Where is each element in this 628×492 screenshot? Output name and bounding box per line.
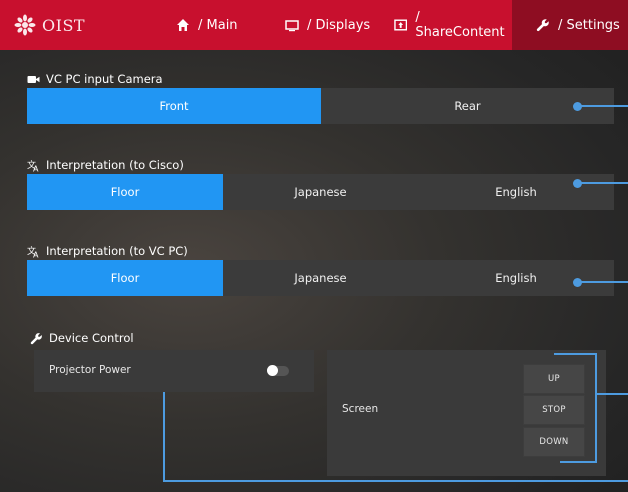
nav-displays-label: / Displays: [307, 17, 371, 33]
interp-vcpc-option-english[interactable]: English: [418, 260, 614, 296]
interp-cisco-option-english[interactable]: English: [418, 174, 614, 210]
toggle-knob: [267, 365, 278, 376]
projector-power-card[interactable]: Projector Power: [34, 350, 314, 392]
top-nav-bar: OIST / Main / Displays / ShareContent / …: [0, 0, 628, 50]
interp-vcpc-section-title: 文 A Interpretation (to VC PC): [27, 242, 188, 260]
interp-cisco-section-label: Interpretation (to Cisco): [46, 158, 184, 172]
interp-vcpc-connector-line: [578, 281, 628, 283]
camera-selector: Front Rear: [27, 88, 614, 124]
oist-logo-icon: [14, 14, 36, 36]
screen-down-button[interactable]: DOWN: [523, 427, 585, 457]
screen-bracket-side: [595, 353, 597, 463]
display-icon: [285, 20, 299, 32]
projector-connector-vertical: [163, 392, 165, 482]
interp-cisco-option-floor[interactable]: Floor: [27, 174, 223, 210]
device-control-section-label: Device Control: [49, 331, 134, 345]
translate-icon: 文 A: [27, 245, 39, 258]
home-icon: [177, 19, 189, 31]
device-control-section-title: Device Control: [30, 329, 134, 347]
camera-section-label: VC PC input Camera: [46, 72, 163, 86]
screen-stop-button[interactable]: STOP: [523, 395, 585, 425]
screen-bracket-top: [554, 353, 597, 355]
oist-logo: OIST: [14, 12, 85, 38]
screen-control-card: Screen UP STOP DOWN: [327, 350, 606, 476]
camera-section-title: VC PC input Camera: [27, 70, 163, 88]
nav-settings[interactable]: / Settings: [512, 0, 628, 50]
projector-power-label: Projector Power: [49, 364, 131, 376]
nav-main-label: / Main: [198, 17, 238, 33]
camera-option-rear[interactable]: Rear: [321, 88, 614, 124]
nav-share-content-label: / ShareContent: [415, 10, 505, 40]
interp-cisco-selector: Floor Japanese English: [27, 174, 614, 210]
screen-connector-line: [597, 393, 628, 395]
share-content-icon: [394, 19, 408, 31]
interp-vcpc-option-japanese[interactable]: Japanese: [223, 260, 418, 296]
nav-displays[interactable]: / Displays: [285, 0, 375, 50]
interp-vcpc-selector: Floor Japanese English: [27, 260, 614, 296]
interp-cisco-option-japanese[interactable]: Japanese: [223, 174, 418, 210]
interp-cisco-connector-line: [578, 182, 628, 184]
svg-text:A: A: [33, 250, 39, 258]
interp-vcpc-option-floor[interactable]: Floor: [27, 260, 223, 296]
nav-main[interactable]: / Main: [176, 0, 246, 50]
nav-settings-label: / Settings: [558, 17, 620, 33]
wrench-icon: [30, 332, 42, 344]
projector-power-toggle[interactable]: [267, 365, 289, 376]
screen-label: Screen: [342, 403, 379, 415]
interp-vcpc-section-label: Interpretation (to VC PC): [46, 244, 188, 258]
interp-cisco-section-title: 文 A Interpretation (to Cisco): [27, 156, 184, 174]
projector-connector-horizontal: [163, 480, 628, 482]
svg-text:A: A: [33, 164, 39, 172]
video-camera-icon: [27, 75, 40, 83]
camera-option-front[interactable]: Front: [27, 88, 321, 124]
nav-share-content[interactable]: / ShareContent: [394, 0, 509, 50]
camera-connector-line: [578, 105, 628, 107]
logo-text: OIST: [42, 15, 86, 35]
screen-bracket-bottom: [560, 461, 597, 463]
screen-up-button[interactable]: UP: [523, 364, 585, 394]
translate-icon: 文 A: [27, 159, 39, 172]
wrench-icon: [536, 19, 549, 32]
